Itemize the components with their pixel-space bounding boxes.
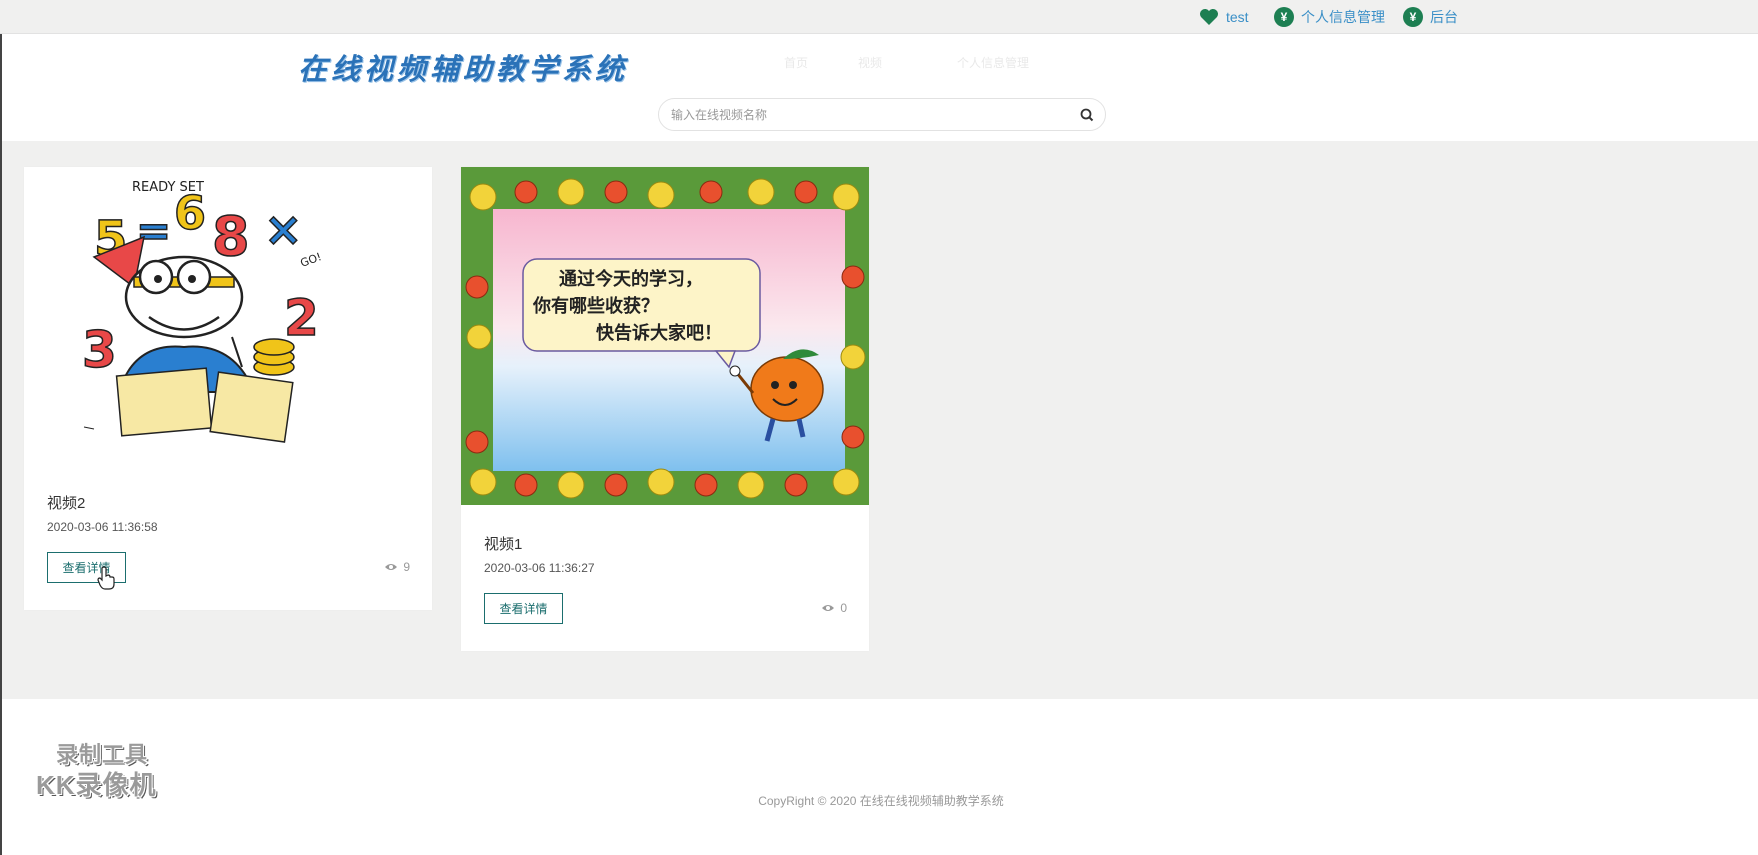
view-count: 9: [384, 560, 410, 574]
view-count-value: 0: [840, 601, 847, 615]
nav-profile[interactable]: 个人信息管理: [957, 54, 1029, 71]
video-title[interactable]: 视频2: [47, 492, 85, 513]
user-link[interactable]: test: [1199, 6, 1249, 28]
speech-line-2: 你有哪些收获？: [532, 295, 659, 317]
search-input[interactable]: [671, 105, 1061, 125]
admin-label: 后台: [1430, 9, 1458, 25]
video-title[interactable]: 视频1: [484, 533, 522, 554]
svg-text:8: 8: [212, 205, 250, 268]
speech-line-1: 通过今天的学习，: [559, 268, 703, 290]
search-box: [658, 98, 1106, 131]
profile-label: 个人信息管理: [1301, 9, 1385, 25]
profile-link[interactable]: ¥ 个人信息管理: [1274, 6, 1385, 28]
hand-cursor-icon: [97, 566, 115, 590]
copyright-text: CopyRight © 2020 在线在线视频辅助教学系统: [758, 794, 1004, 808]
site-logo[interactable]: 在线视频辅助教学系统: [298, 46, 628, 88]
yen-icon: ¥: [1274, 7, 1294, 27]
view-count: 0: [821, 601, 847, 615]
video-date: 2020-03-06 11:36:27: [484, 561, 595, 575]
heart-icon: [1199, 7, 1219, 27]
yen-icon: ¥: [1403, 7, 1423, 27]
eye-icon: [385, 564, 398, 570]
eye-icon: [822, 605, 835, 611]
nav-video[interactable]: 视频: [858, 54, 882, 71]
svg-text:3: 3: [82, 321, 117, 379]
video-thumbnail[interactable]: READY SET GO! 5 = 6 8 × 3 2: [24, 167, 432, 474]
nav-home[interactable]: 首页: [784, 54, 808, 71]
user-name: test: [1226, 9, 1249, 25]
view-count-value: 9: [403, 560, 410, 574]
svg-text:2: 2: [284, 289, 319, 347]
speech-line-3: 快告诉大家吧！: [596, 322, 722, 344]
video-list: READY SET GO! 5 = 6 8 × 3 2 视频2 2020-03-…: [0, 141, 1758, 699]
video-card: READY SET GO! 5 = 6 8 × 3 2 视频2 2020-03-…: [24, 167, 432, 610]
svg-text:×: ×: [264, 202, 303, 256]
video-card: 通过今天的学习， 你有哪些收获？ 快告诉大家吧！ 视频1 2020-03-06 …: [461, 167, 869, 651]
recorder-watermark: 录制工具 KK录像机: [34, 735, 172, 800]
svg-text:6: 6: [174, 186, 206, 240]
admin-link[interactable]: ¥ 后台: [1403, 6, 1458, 28]
top-bar: test ¥ 个人信息管理 ¥ 后台: [0, 0, 1758, 34]
site-header: 在线视频辅助教学系统 首页 视频 个人信息管理: [0, 34, 1758, 141]
search-icon[interactable]: [1079, 107, 1095, 123]
video-date: 2020-03-06 11:36:58: [47, 520, 158, 534]
video-thumbnail[interactable]: 通过今天的学习， 你有哪些收获？ 快告诉大家吧！: [461, 167, 869, 505]
site-footer: 录制工具 KK录像机 CopyRight © 2020 在线在线视频辅助教学系统: [0, 699, 1758, 855]
view-details-button[interactable]: 查看详情: [484, 593, 563, 624]
